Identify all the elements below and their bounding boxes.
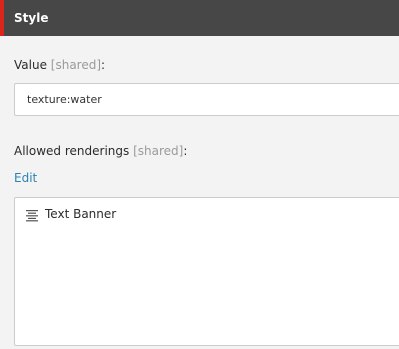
value-label-colon: :: [101, 58, 106, 72]
rendering-item-label: Text Banner: [45, 207, 117, 221]
value-shared-tag: [shared]: [50, 58, 102, 72]
renderings-label-colon: :: [183, 144, 188, 158]
value-input-text: texture:water: [27, 93, 102, 106]
renderings-list[interactable]: Text Banner: [14, 197, 399, 346]
section-header[interactable]: Style: [0, 0, 399, 36]
renderings-field-label: Allowed renderings [shared]:: [14, 143, 187, 159]
section-title: Style: [14, 11, 49, 25]
section-accent-bar: [0, 0, 4, 36]
edit-link[interactable]: Edit: [14, 170, 37, 186]
value-field-label: Value [shared]:: [14, 57, 105, 73]
value-label-text: Value: [14, 58, 47, 72]
value-input[interactable]: texture:water: [14, 83, 399, 116]
rendering-item-text-banner[interactable]: Text Banner: [25, 206, 116, 222]
text-align-center-icon: [25, 207, 39, 222]
renderings-label-text: Allowed renderings: [14, 144, 130, 158]
renderings-shared-tag: [shared]: [133, 144, 184, 158]
